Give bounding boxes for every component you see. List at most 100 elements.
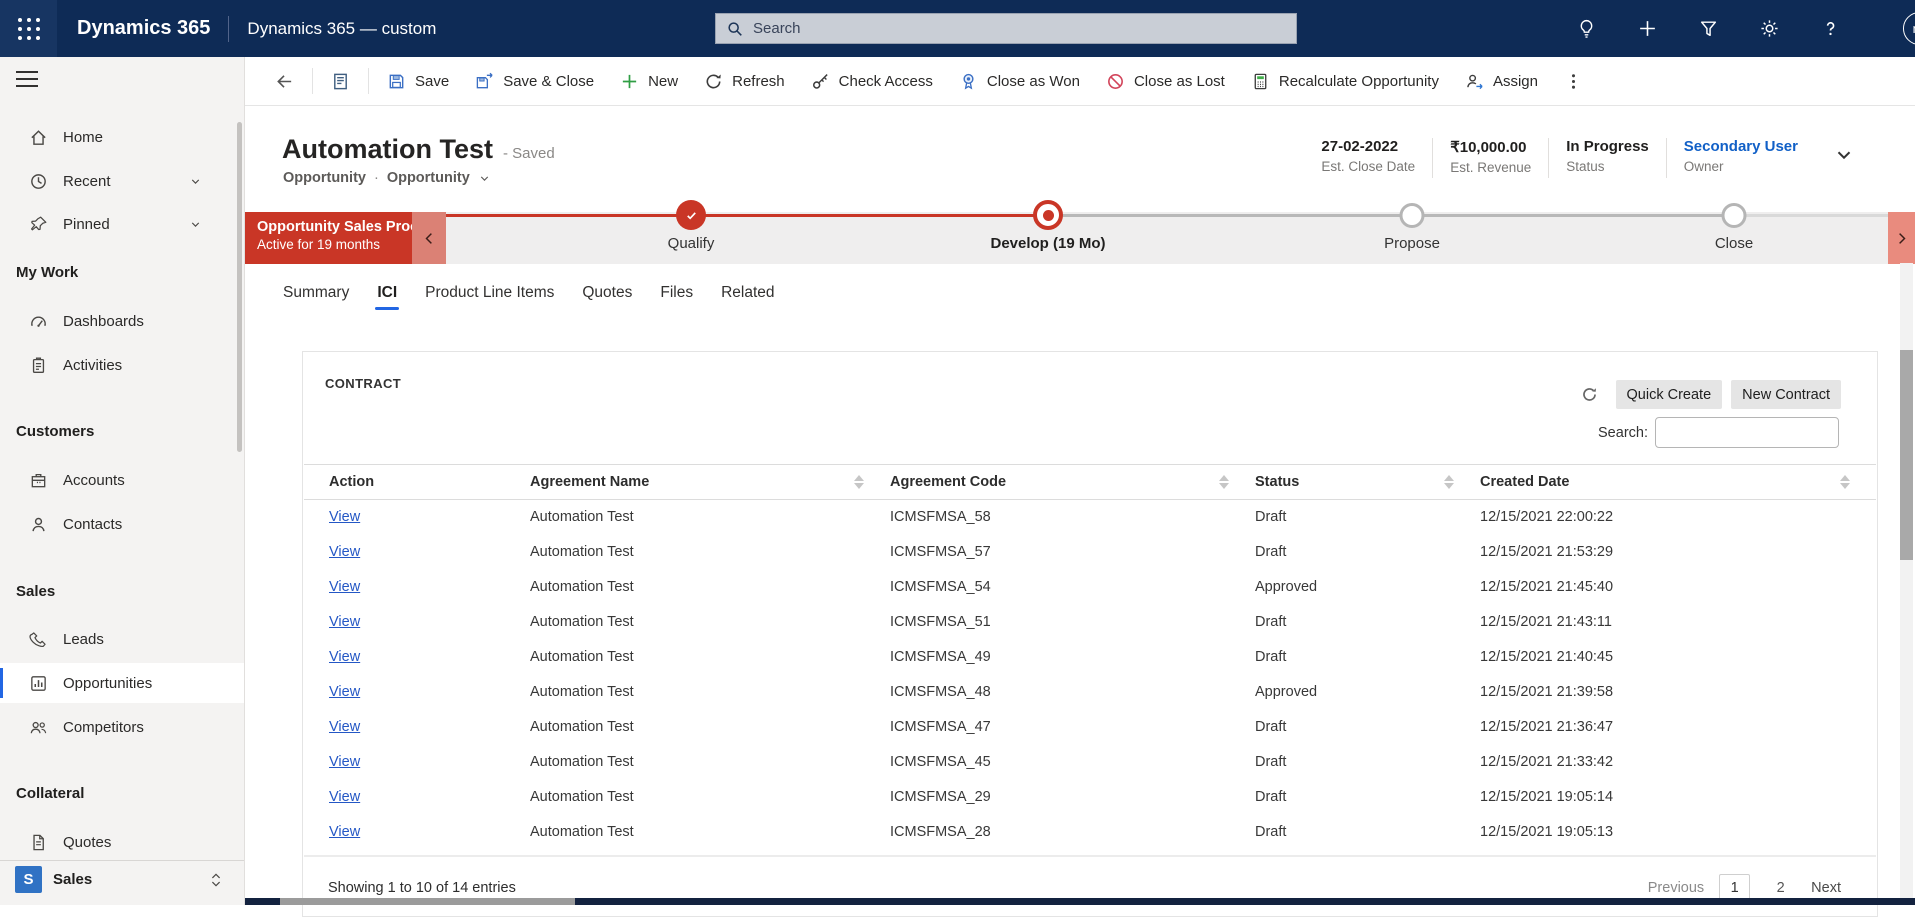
refresh-button[interactable]: Refresh [691,64,798,98]
view-link[interactable]: View [329,614,360,630]
check-access-button[interactable]: Check Access [798,64,946,98]
view-link[interactable]: View [329,754,360,770]
form-selector-chevron-icon[interactable] [478,172,491,185]
sort-arrows-icon[interactable] [1444,475,1454,489]
sidebar-scrollbar[interactable] [237,122,242,452]
sidebar-item-leads[interactable]: Leads [0,619,244,659]
bpf-stage-label[interactable]: Develop (19 Mo) [990,235,1105,252]
vertical-scrollbar[interactable] [1900,263,1913,898]
global-search-box[interactable]: Search [715,13,1297,44]
sidebar-item-contacts[interactable]: Contacts [0,504,244,544]
bpf-stage-current-marker[interactable] [1033,200,1063,230]
sidebar-item-pinned[interactable]: Pinned [0,204,244,244]
user-avatar[interactable]: mi [1903,12,1915,45]
sidebar-item-accounts[interactable]: Accounts [0,460,244,500]
view-link[interactable]: View [329,649,360,665]
new-button[interactable]: New [607,64,691,98]
back-arrow-button[interactable] [262,64,307,98]
view-link[interactable]: View [329,509,360,525]
view-link[interactable]: View [329,684,360,700]
cell-status: Draft [1255,544,1287,560]
sidebar-item-home[interactable]: Home [0,117,244,157]
column-header-agreement-name[interactable]: Agreement Name [530,464,890,500]
vertical-scrollbar-thumb[interactable] [1900,350,1913,560]
header-expand-chevron-icon[interactable] [1833,144,1855,166]
command-label: Check Access [838,72,933,90]
quick-create-button[interactable]: Quick Create [1615,380,1723,409]
sidebar-item-activities[interactable]: Activities [0,345,244,385]
no-entry-icon [1106,72,1125,91]
cell-action: View [304,500,530,535]
view-link[interactable]: View [329,789,360,805]
sidebar-item-label: Quotes [63,833,112,851]
column-header-created-date[interactable]: Created Date [1480,464,1876,500]
tab-summary[interactable]: Summary [269,264,363,322]
sidebar-group-sales: Sales [16,582,56,600]
contract-table: Action Agreement Name Agreement Code Status… [304,464,1876,850]
bpf-collapse-chevron-icon[interactable] [412,212,446,264]
column-header-agreement-code[interactable]: Agreement Code [890,464,1255,500]
bpf-scroll-right-chevron-icon[interactable] [1888,212,1915,264]
field-value[interactable]: Secondary User [1684,138,1798,155]
tab-files[interactable]: Files [646,264,707,322]
cell-action: View [304,780,530,815]
view-link[interactable]: View [329,544,360,560]
lightbulb-icon[interactable] [1576,18,1597,39]
view-link[interactable]: View [329,824,360,840]
close-as-won-button[interactable]: Close as Won [946,64,1093,98]
settings-gear-icon[interactable] [1759,18,1780,39]
bpf-stage-label[interactable]: Close [1715,235,1753,252]
horizontal-scrollbar-thumb[interactable] [280,898,575,905]
filter-icon[interactable] [1698,18,1719,39]
sidebar-item-dashboards[interactable]: Dashboards [0,301,244,341]
form-button[interactable] [318,64,363,98]
tab-related[interactable]: Related [707,264,788,322]
horizontal-scrollbar[interactable] [245,898,1915,905]
area-switcher-chevrons-icon[interactable] [210,871,222,889]
tab-product-line-items[interactable]: Product Line Items [411,264,568,322]
chevron-down-icon[interactable] [189,218,202,231]
sidebar-item-quotes[interactable]: Quotes [0,822,244,862]
header-field-owner[interactable]: Secondary User Owner [1684,138,1798,174]
view-link[interactable]: View [329,579,360,595]
sort-arrows-icon[interactable] [1219,475,1229,489]
bpf-stage-upcoming-marker[interactable] [1721,203,1747,228]
table-row: View Automation Test ICMSFMSA_28 Draft 12/15… [304,815,1876,850]
form-selector[interactable]: Opportunity [387,170,470,186]
add-icon[interactable] [1637,18,1658,39]
sidebar-item-competitors[interactable]: Competitors [0,707,244,747]
hamburger-menu-icon[interactable] [16,71,38,87]
assign-button[interactable]: Assign [1452,64,1551,98]
bpf-stage-label[interactable]: Propose [1384,235,1440,252]
previous-page-button[interactable]: Previous [1648,880,1704,896]
new-contract-button[interactable]: New Contract [1731,380,1841,409]
waffle-menu-icon[interactable] [0,0,57,57]
sidebar-item-recent[interactable]: Recent [0,161,244,201]
sort-arrows-icon[interactable] [1840,475,1850,489]
sort-arrows-icon[interactable] [854,475,864,489]
table-search-input[interactable] [1655,417,1839,448]
close-as-lost-button[interactable]: Close as Lost [1093,64,1238,98]
help-icon[interactable] [1820,18,1841,39]
more-vertical-button[interactable] [1551,64,1596,98]
bpf-stage-label[interactable]: Qualify [668,235,715,252]
view-link[interactable]: View [329,719,360,735]
save-button[interactable]: Save [374,64,462,98]
sidebar-item-opportunities[interactable]: Opportunities [0,663,244,703]
form-tabs: Summary ICI Product Line Items Quotes Files R… [245,264,1915,322]
sidebar-group-customers: Customers [16,422,95,440]
refresh-icon[interactable] [1581,386,1598,403]
bpf-stage-completed-check-icon[interactable] [676,200,706,230]
bpf-stage-upcoming-marker[interactable] [1399,203,1425,228]
area-switcher[interactable]: S Sales [0,860,244,898]
bpf-process-name[interactable]: Opportunity Sales Process Active for 19 … [245,212,442,264]
next-page-button[interactable]: Next [1811,880,1841,896]
people-icon [29,718,48,737]
tab-quotes[interactable]: Quotes [568,264,646,322]
save-close-button[interactable]: Save & Close [462,64,607,98]
recalculate-opportunity-button[interactable]: Recalculate Opportunity [1238,64,1452,98]
chevron-down-icon[interactable] [189,175,202,188]
tab-ici[interactable]: ICI [363,264,411,322]
environment-name[interactable]: Dynamics 365 — custom [247,19,436,39]
column-header-status[interactable]: Status [1255,464,1480,500]
